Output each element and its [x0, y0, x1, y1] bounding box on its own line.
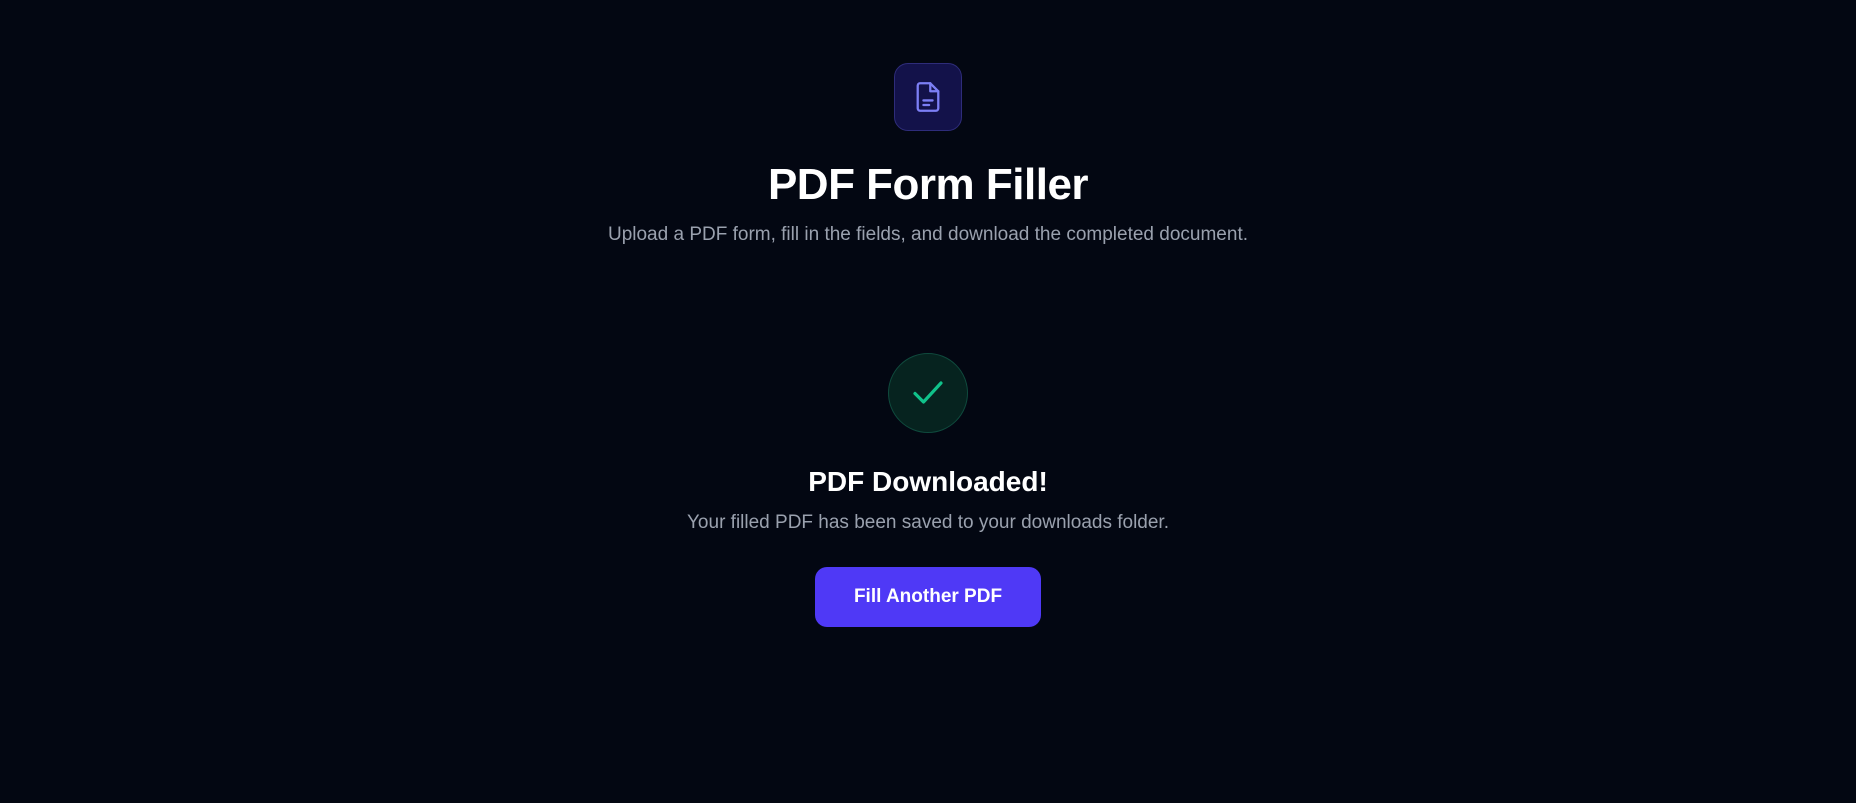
success-badge — [888, 353, 968, 433]
app-logo — [894, 63, 962, 131]
app-header: PDF Form Filler Upload a PDF form, fill … — [0, 63, 1856, 247]
page-title: PDF Form Filler — [767, 160, 1089, 209]
download-success-panel: PDF Downloaded! Your filled PDF has been… — [0, 353, 1856, 627]
success-title: PDF Downloaded! — [808, 466, 1048, 497]
page: PDF Form Filler Upload a PDF form, fill … — [0, 0, 1856, 803]
page-subtitle: Upload a PDF form, fill in the fields, a… — [607, 224, 1249, 245]
check-icon — [913, 381, 943, 404]
success-message: Your filled PDF has been saved to your d… — [687, 512, 1169, 533]
fill-another-pdf-button[interactable]: Fill Another PDF — [815, 567, 1041, 627]
file-text-icon — [916, 82, 940, 112]
